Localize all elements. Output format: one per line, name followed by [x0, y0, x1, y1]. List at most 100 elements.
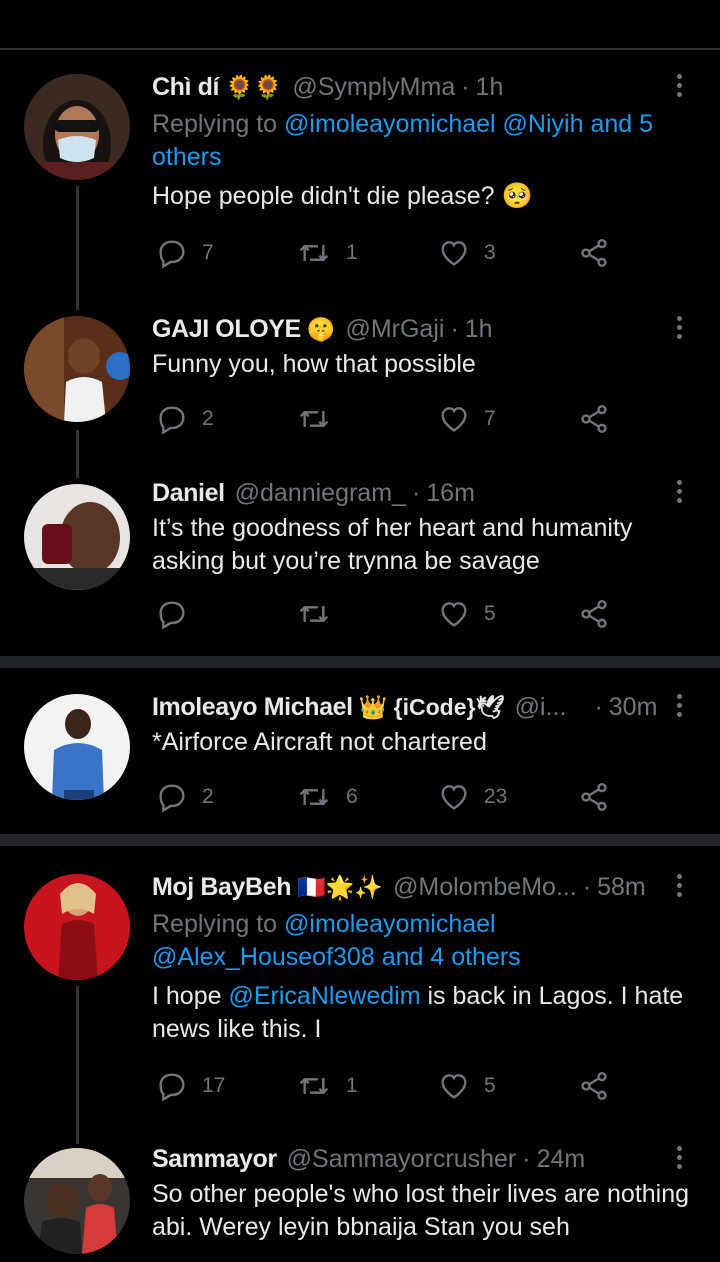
avatar[interactable]: [24, 1148, 130, 1254]
mention-link[interactable]: @Alex_Houseof308 and 4 others: [152, 943, 521, 971]
reply-icon: [159, 601, 185, 630]
tweet-text: It’s the goodness of her heart and human…: [152, 512, 692, 578]
user-handle[interactable]: @SymplyMma: [292, 73, 455, 102]
replying-to-label: Replying to: [152, 910, 278, 938]
retweet-icon: [299, 244, 329, 262]
share-icon: [581, 783, 607, 811]
separator-dot: ·: [522, 1144, 531, 1173]
like-icon: [441, 241, 467, 266]
more-icon[interactable]: [674, 1146, 684, 1176]
retweet-button[interactable]: 6: [296, 777, 358, 817]
display-name[interactable]: Chì dí: [152, 73, 219, 102]
mention-link[interactable]: @imoleayomichael @Niyih and 5: [284, 110, 653, 138]
thread-separator: [0, 834, 720, 846]
user-handle[interactable]: @i...: [515, 693, 567, 722]
more-icon[interactable]: [674, 74, 684, 104]
avatar[interactable]: [24, 874, 130, 980]
retweet-icon: [299, 605, 329, 623]
separator-dot: ·: [461, 72, 470, 101]
tweet-header: Chì dí 🌻🌻 @SymplyMma · 1h: [152, 70, 672, 104]
tweet-header: Imoleayo Michael 👑 {iCode}🕊 @i... · 30m: [152, 690, 672, 724]
reply-button[interactable]: 7: [156, 233, 214, 273]
separator-dot: ·: [450, 314, 459, 343]
timestamp[interactable]: 1h: [476, 73, 504, 102]
mention-link[interactable]: others: [152, 143, 221, 171]
more-icon[interactable]: [674, 874, 684, 904]
like-icon: [441, 602, 467, 627]
retweet-button[interactable]: [296, 594, 332, 634]
timestamp[interactable]: 24m: [537, 1145, 586, 1174]
replying-to-label: Replying to: [152, 110, 278, 138]
name-emoji: 🤫: [306, 315, 336, 342]
more-icon[interactable]: [674, 694, 684, 724]
user-handle[interactable]: @MolombeMo...: [393, 873, 577, 902]
more-icon[interactable]: [674, 316, 684, 346]
retweet-button[interactable]: 1: [296, 233, 358, 273]
user-handle[interactable]: @Sammayorcrusher: [287, 1145, 517, 1174]
tweet-text-line: abi. Werey leyin bbnaija Stan you seh: [152, 1213, 570, 1241]
reply-count: 7: [202, 241, 214, 264]
reply-icon: [159, 406, 185, 435]
top-separator: [0, 48, 720, 50]
mention-link[interactable]: @imoleayomichael: [284, 910, 496, 938]
user-handle[interactable]: @danniegram_: [235, 479, 406, 508]
reply-button[interactable]: 2: [156, 777, 214, 817]
display-name[interactable]: Moj BayBeh: [152, 873, 291, 902]
tweet-actions: 17 1 5: [152, 1066, 622, 1106]
mention-link[interactable]: @EricaNlewedim: [228, 982, 420, 1010]
reply-count: 2: [202, 785, 214, 808]
retweet-icon: [299, 410, 329, 428]
tweet-header: Daniel @danniegram_ · 16m: [152, 476, 672, 510]
name-emoji: 🌻🌻: [225, 73, 283, 100]
tweet-text: I hope @EricaNlewedim is back in Lagos. …: [152, 980, 692, 1046]
timestamp[interactable]: 16m: [426, 479, 475, 508]
tweet-actions: 2 7: [152, 399, 622, 439]
avatar[interactable]: [24, 316, 130, 422]
display-name[interactable]: Sammayor: [152, 1145, 277, 1174]
thread-line: [76, 430, 79, 478]
reply-icon: [159, 1073, 185, 1102]
display-name[interactable]: GAJI OLOYE: [152, 315, 301, 344]
retweet-count: 1: [346, 1074, 358, 1097]
tweet-header: Sammayor @Sammayorcrusher · 24m: [152, 1142, 672, 1176]
reply-icon: [159, 784, 185, 813]
like-button[interactable]: 23: [438, 777, 507, 817]
share-button[interactable]: [578, 1066, 610, 1106]
share-button[interactable]: [578, 399, 610, 439]
timestamp[interactable]: 1h: [465, 315, 493, 344]
display-name[interactable]: Imoleayo Michael: [152, 693, 353, 722]
reply-button[interactable]: 17: [156, 1066, 225, 1106]
share-button[interactable]: [578, 594, 610, 634]
user-handle[interactable]: @MrGaji: [345, 315, 444, 344]
tweet-text-line: news like this. I: [152, 1015, 322, 1043]
retweet-button[interactable]: 1: [296, 1066, 358, 1106]
reply-icon: [159, 240, 185, 269]
like-button[interactable]: 7: [438, 399, 496, 439]
share-button[interactable]: [578, 233, 610, 273]
tweet-actions: 5: [152, 594, 622, 634]
display-name[interactable]: Daniel: [152, 479, 225, 508]
retweet-button[interactable]: [296, 399, 332, 439]
tweet-text-part: is back in Lagos. I hate: [420, 982, 684, 1010]
avatar[interactable]: [24, 694, 130, 800]
like-button[interactable]: 3: [438, 233, 496, 273]
reply-button[interactable]: [156, 594, 188, 634]
tweet-header: Moj BayBeh 🇫🇷🌟✨ @MolombeMo... · 58m: [152, 870, 672, 904]
reply-button[interactable]: 2: [156, 399, 214, 439]
like-count: 5: [484, 602, 496, 625]
tweet-text: *Airforce Aircraft not chartered: [152, 728, 487, 756]
like-count: 3: [484, 241, 496, 264]
tweet-text-part: I hope: [152, 982, 229, 1010]
thread-line: [76, 986, 79, 1144]
avatar[interactable]: [24, 484, 130, 590]
like-button[interactable]: 5: [438, 594, 496, 634]
timestamp[interactable]: 58m: [597, 873, 646, 902]
reply-count: 2: [202, 407, 214, 430]
like-icon: [441, 407, 467, 432]
separator-dot: ·: [411, 478, 421, 507]
avatar[interactable]: [24, 74, 130, 180]
more-icon[interactable]: [674, 480, 684, 510]
timestamp[interactable]: 30m: [609, 693, 658, 722]
like-button[interactable]: 5: [438, 1066, 496, 1106]
share-button[interactable]: [578, 777, 610, 817]
